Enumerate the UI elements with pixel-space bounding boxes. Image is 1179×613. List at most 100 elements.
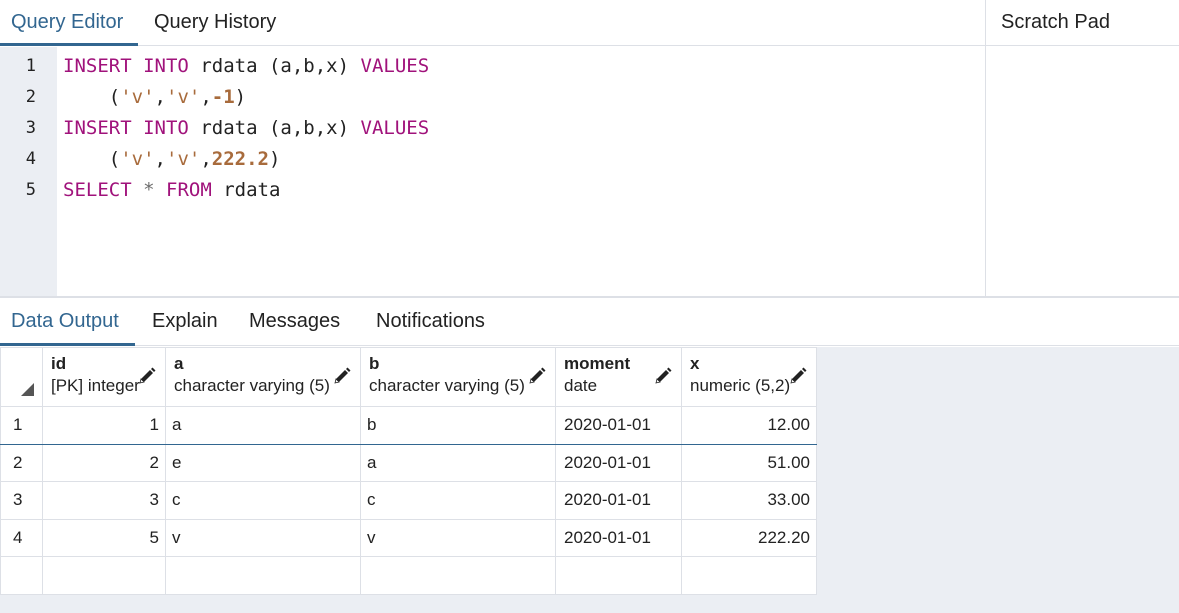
cell-x[interactable]: 222.20 — [681, 518, 817, 557]
column-header-moment[interactable]: moment date — [555, 347, 682, 407]
cell-a[interactable]: v — [165, 518, 361, 557]
table-row[interactable]: 1 1 a b 2020-01-01 12.00 — [0, 406, 817, 445]
column-header-x[interactable]: x numeric (5,2) — [681, 347, 817, 407]
cell-a[interactable] — [165, 556, 361, 595]
cell-moment[interactable] — [555, 556, 682, 595]
paren: ) — [234, 86, 247, 108]
row-number[interactable] — [0, 556, 43, 595]
sql-keyword: INTO — [143, 117, 189, 139]
cell-b[interactable]: c — [360, 481, 556, 520]
sql-keyword: INSERT — [63, 117, 132, 139]
comma: , — [200, 148, 212, 170]
row-number[interactable]: 1 — [0, 406, 43, 445]
cell-x[interactable]: 12.00 — [681, 406, 817, 445]
line-number: 3 — [25, 118, 36, 138]
cell-moment[interactable]: 2020-01-01 — [555, 481, 682, 520]
code-line: ('v','v',-1) — [63, 86, 246, 108]
table-identifier: rdata — [200, 117, 258, 139]
cell-b[interactable] — [360, 556, 556, 595]
comma: , — [154, 86, 166, 108]
row-number[interactable]: 2 — [0, 443, 43, 482]
column-list: (a,b,x) — [268, 117, 350, 139]
star-operator: * — [143, 179, 155, 201]
tab-data-output[interactable]: Data Output — [0, 298, 135, 346]
grid-corner-select-all[interactable] — [0, 347, 43, 407]
sql-code-editor[interactable]: INSERT INTO rdata (a,b,x) VALUES ('v','v… — [57, 47, 985, 296]
code-line: ('v','v',222.2) — [63, 148, 281, 170]
tab-explain[interactable]: Explain — [152, 298, 218, 346]
cell-id[interactable]: 1 — [42, 406, 166, 445]
cell-b[interactable]: a — [360, 443, 556, 482]
paren: ) — [268, 148, 281, 170]
table-row[interactable]: 4 5 v v 2020-01-01 222.20 — [0, 518, 817, 557]
cell-b[interactable]: b — [360, 406, 556, 445]
cell-moment[interactable]: 2020-01-01 — [555, 443, 682, 482]
pencil-icon[interactable] — [788, 366, 808, 386]
sql-keyword: INSERT — [63, 55, 132, 77]
column-name: b — [369, 354, 380, 373]
pencil-icon[interactable] — [527, 366, 547, 386]
pencil-icon[interactable] — [332, 366, 352, 386]
row-number[interactable]: 4 — [0, 518, 43, 557]
sql-keyword: VALUES — [360, 55, 430, 77]
query-editor-panel: Query Editor Query History 1 2 3 4 5 INS… — [0, 0, 985, 296]
cell-id[interactable]: 5 — [42, 518, 166, 557]
number-literal: 222.2 — [211, 148, 269, 170]
tab-messages[interactable]: Messages — [249, 298, 340, 346]
column-header-b[interactable]: b character varying (5) — [360, 347, 556, 407]
select-all-triangle-icon — [21, 383, 34, 396]
editor-tab-bar: Query Editor Query History — [0, 0, 985, 46]
empty-new-row[interactable] — [0, 556, 817, 595]
cell-id[interactable] — [42, 556, 166, 595]
cell-a[interactable]: e — [165, 443, 361, 482]
tab-query-history[interactable]: Query History — [154, 0, 276, 46]
data-output-grid: id [PK] integer a character varying (5) … — [0, 347, 817, 595]
scratch-pad-panel: Scratch Pad — [985, 0, 1179, 296]
table-identifier: rdata — [223, 179, 281, 201]
cell-moment[interactable]: 2020-01-01 — [555, 518, 682, 557]
comma: , — [154, 148, 166, 170]
cell-x[interactable] — [681, 556, 817, 595]
sql-keyword: FROM — [166, 179, 212, 201]
cell-id[interactable]: 3 — [42, 481, 166, 520]
table-row[interactable]: 3 3 c c 2020-01-01 33.00 — [0, 481, 817, 520]
sql-keyword: SELECT — [63, 179, 132, 201]
cell-moment[interactable]: 2020-01-01 — [555, 406, 682, 445]
column-type: character varying (5) — [369, 376, 525, 395]
column-list: (a,b,x) — [268, 55, 350, 77]
column-name: a — [174, 354, 184, 373]
pencil-icon[interactable] — [137, 366, 157, 386]
code-line: INSERT INTO rdata (a,b,x) VALUES — [63, 55, 429, 77]
cell-x[interactable]: 33.00 — [681, 481, 817, 520]
string-literal: 'v' — [166, 148, 201, 170]
line-number: 1 — [25, 56, 36, 76]
table-identifier: rdata — [200, 55, 258, 77]
sql-keyword: INTO — [143, 55, 189, 77]
cell-b[interactable]: v — [360, 518, 556, 557]
output-tab-bar: Data Output Explain Messages Notificatio… — [0, 298, 1179, 346]
comma: , — [200, 86, 212, 108]
tab-scratch-pad[interactable]: Scratch Pad — [986, 0, 1179, 46]
code-line: INSERT INTO rdata (a,b,x) VALUES — [63, 117, 429, 139]
line-number: 4 — [25, 149, 36, 169]
code-line: SELECT * FROM rdata — [63, 179, 280, 201]
column-header-a[interactable]: a character varying (5) — [165, 347, 361, 407]
tab-query-editor[interactable]: Query Editor — [0, 0, 138, 46]
table-row[interactable]: 2 2 e a 2020-01-01 51.00 — [0, 443, 817, 482]
cell-x[interactable]: 51.00 — [681, 443, 817, 482]
string-literal: 'v' — [120, 86, 155, 108]
pencil-icon[interactable] — [653, 366, 673, 386]
sql-keyword: VALUES — [360, 117, 430, 139]
cell-id[interactable]: 2 — [42, 443, 166, 482]
paren: ( — [108, 148, 121, 170]
cell-a[interactable]: a — [165, 406, 361, 445]
cell-a[interactable]: c — [165, 481, 361, 520]
column-type: character varying (5) — [174, 376, 330, 395]
line-number: 2 — [25, 87, 36, 107]
row-number[interactable]: 3 — [0, 481, 43, 520]
paren: ( — [108, 86, 121, 108]
column-header-id[interactable]: id [PK] integer — [42, 347, 166, 407]
line-number-gutter: 1 2 3 4 5 — [0, 47, 57, 296]
tab-notifications[interactable]: Notifications — [376, 298, 485, 346]
line-number: 5 — [25, 180, 36, 200]
